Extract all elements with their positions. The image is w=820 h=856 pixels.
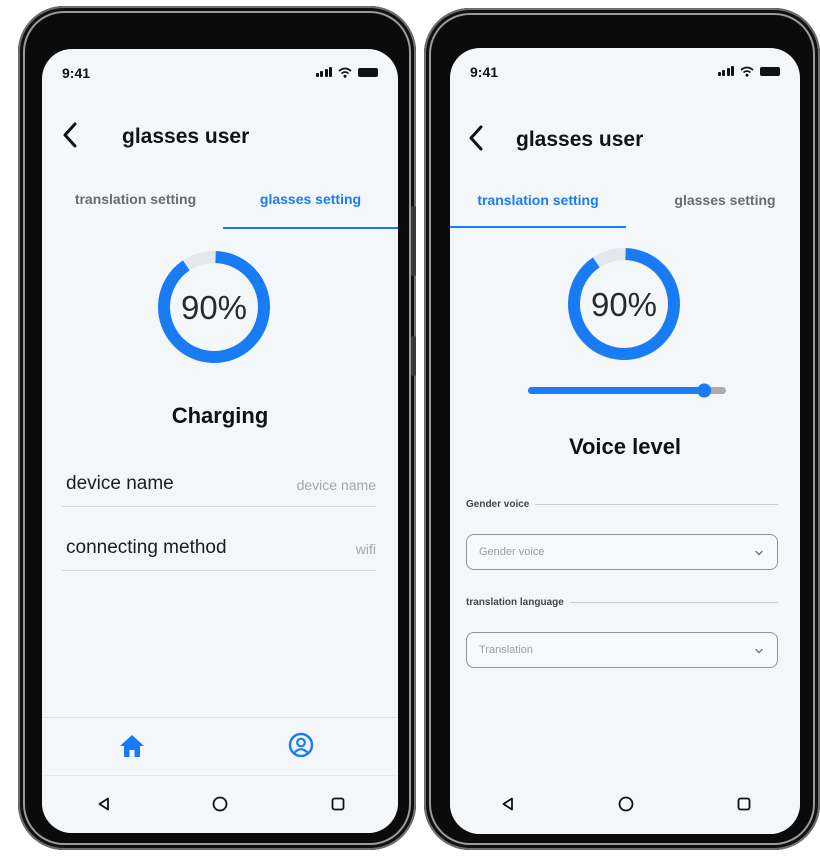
status-time: 9:41	[62, 65, 91, 81]
gender-voice-section: Gender voice	[466, 496, 778, 512]
tab-label: translation setting	[477, 192, 599, 208]
page-title: glasses user	[516, 128, 644, 151]
home-button[interactable]	[118, 732, 146, 760]
triangle-back-icon	[502, 797, 513, 811]
back-button[interactable]	[462, 120, 490, 156]
back-button[interactable]	[56, 117, 84, 153]
gender-voice-select[interactable]: Gender voice	[466, 534, 778, 570]
tab-bar: translation setting glasses setting	[48, 183, 398, 229]
signal-icon	[717, 66, 734, 76]
volume-ring: 90%	[568, 248, 680, 360]
status-bar: 9:41	[42, 49, 398, 93]
tab-translation-setting[interactable]: translation setting	[48, 183, 223, 229]
volume-percent: 90%	[591, 286, 657, 323]
battery-icon	[760, 66, 780, 76]
translation-language-section: translation language	[466, 594, 778, 610]
tab-label: glasses setting	[259, 191, 362, 207]
translation-placeholder: Translation	[479, 644, 534, 656]
voice-level-label: Voice level	[568, 434, 682, 459]
android-recents-button[interactable]	[324, 790, 352, 818]
tab-glasses-setting[interactable]: glasses setting	[650, 184, 800, 228]
chevron-down-icon	[755, 648, 763, 654]
chevron-left-icon	[469, 125, 483, 151]
divider	[535, 503, 778, 505]
android-nav-bar	[42, 775, 398, 833]
right-screen: 9:41 glasses user translation setting gl…	[450, 48, 800, 834]
profile-icon	[288, 732, 314, 758]
device-name-field[interactable]: device name device name	[62, 467, 376, 507]
connecting-method-label: connecting method	[66, 537, 227, 558]
battery-icon	[358, 67, 378, 77]
tab-label: glasses setting	[674, 192, 776, 208]
translation-language-section-label: translation language	[466, 596, 564, 608]
gender-voice-placeholder: Gender voice	[479, 546, 545, 558]
chevron-down-icon	[755, 550, 763, 556]
circle-home-icon	[212, 796, 228, 812]
square-recents-icon	[737, 797, 751, 811]
bottom-nav	[42, 717, 398, 775]
translation-language-select[interactable]: Translation	[466, 632, 778, 668]
circle-home-icon	[618, 796, 634, 812]
home-icon	[120, 735, 144, 757]
status-icons	[315, 66, 378, 78]
device-name-value: device name	[296, 477, 376, 493]
status-time: 9:41	[470, 64, 499, 80]
right-phone-frame: 9:41 glasses user translation setting gl…	[424, 8, 820, 850]
page-title: glasses user	[122, 125, 250, 148]
charging-label: Charging	[171, 403, 269, 428]
tab-translation-setting[interactable]: translation setting	[450, 184, 626, 228]
battery-percent: 90%	[181, 289, 247, 326]
tab-label: translation setting	[74, 191, 197, 207]
battery-ring: 90%	[158, 251, 270, 363]
wifi-icon	[338, 67, 352, 78]
slider-fill	[528, 387, 705, 394]
square-recents-icon	[331, 797, 345, 811]
triangle-back-icon	[98, 797, 109, 811]
side-button-lower	[411, 336, 416, 376]
profile-button[interactable]	[287, 731, 315, 759]
android-home-button[interactable]	[206, 790, 234, 818]
android-back-button[interactable]	[90, 790, 118, 818]
tab-bar: translation setting glasses setting	[450, 184, 800, 228]
status-bar: 9:41	[450, 48, 800, 92]
header: glasses user	[450, 120, 800, 160]
status-icons	[717, 65, 780, 77]
signal-icon	[315, 67, 332, 77]
left-screen: 9:41 glasses user translation setting gl…	[42, 49, 398, 833]
slider-thumb[interactable]	[697, 383, 712, 398]
connecting-method-value: wifi	[355, 541, 376, 557]
connecting-method-field[interactable]: connecting method wifi	[62, 531, 376, 571]
header: glasses user	[42, 117, 398, 157]
chevron-left-icon	[63, 122, 77, 148]
gender-voice-section-label: Gender voice	[466, 498, 530, 510]
android-back-button[interactable]	[494, 790, 522, 818]
android-nav-bar	[450, 776, 800, 834]
divider	[569, 601, 778, 603]
left-phone-frame: 9:41 glasses user translation setting gl…	[18, 6, 416, 850]
android-home-button[interactable]	[612, 790, 640, 818]
android-recents-button[interactable]	[730, 790, 758, 818]
device-name-label: device name	[66, 473, 174, 494]
wifi-icon	[740, 66, 754, 77]
tab-glasses-setting[interactable]: glasses setting	[223, 183, 398, 229]
voice-level-slider[interactable]	[526, 380, 730, 400]
side-button-upper	[411, 206, 416, 276]
